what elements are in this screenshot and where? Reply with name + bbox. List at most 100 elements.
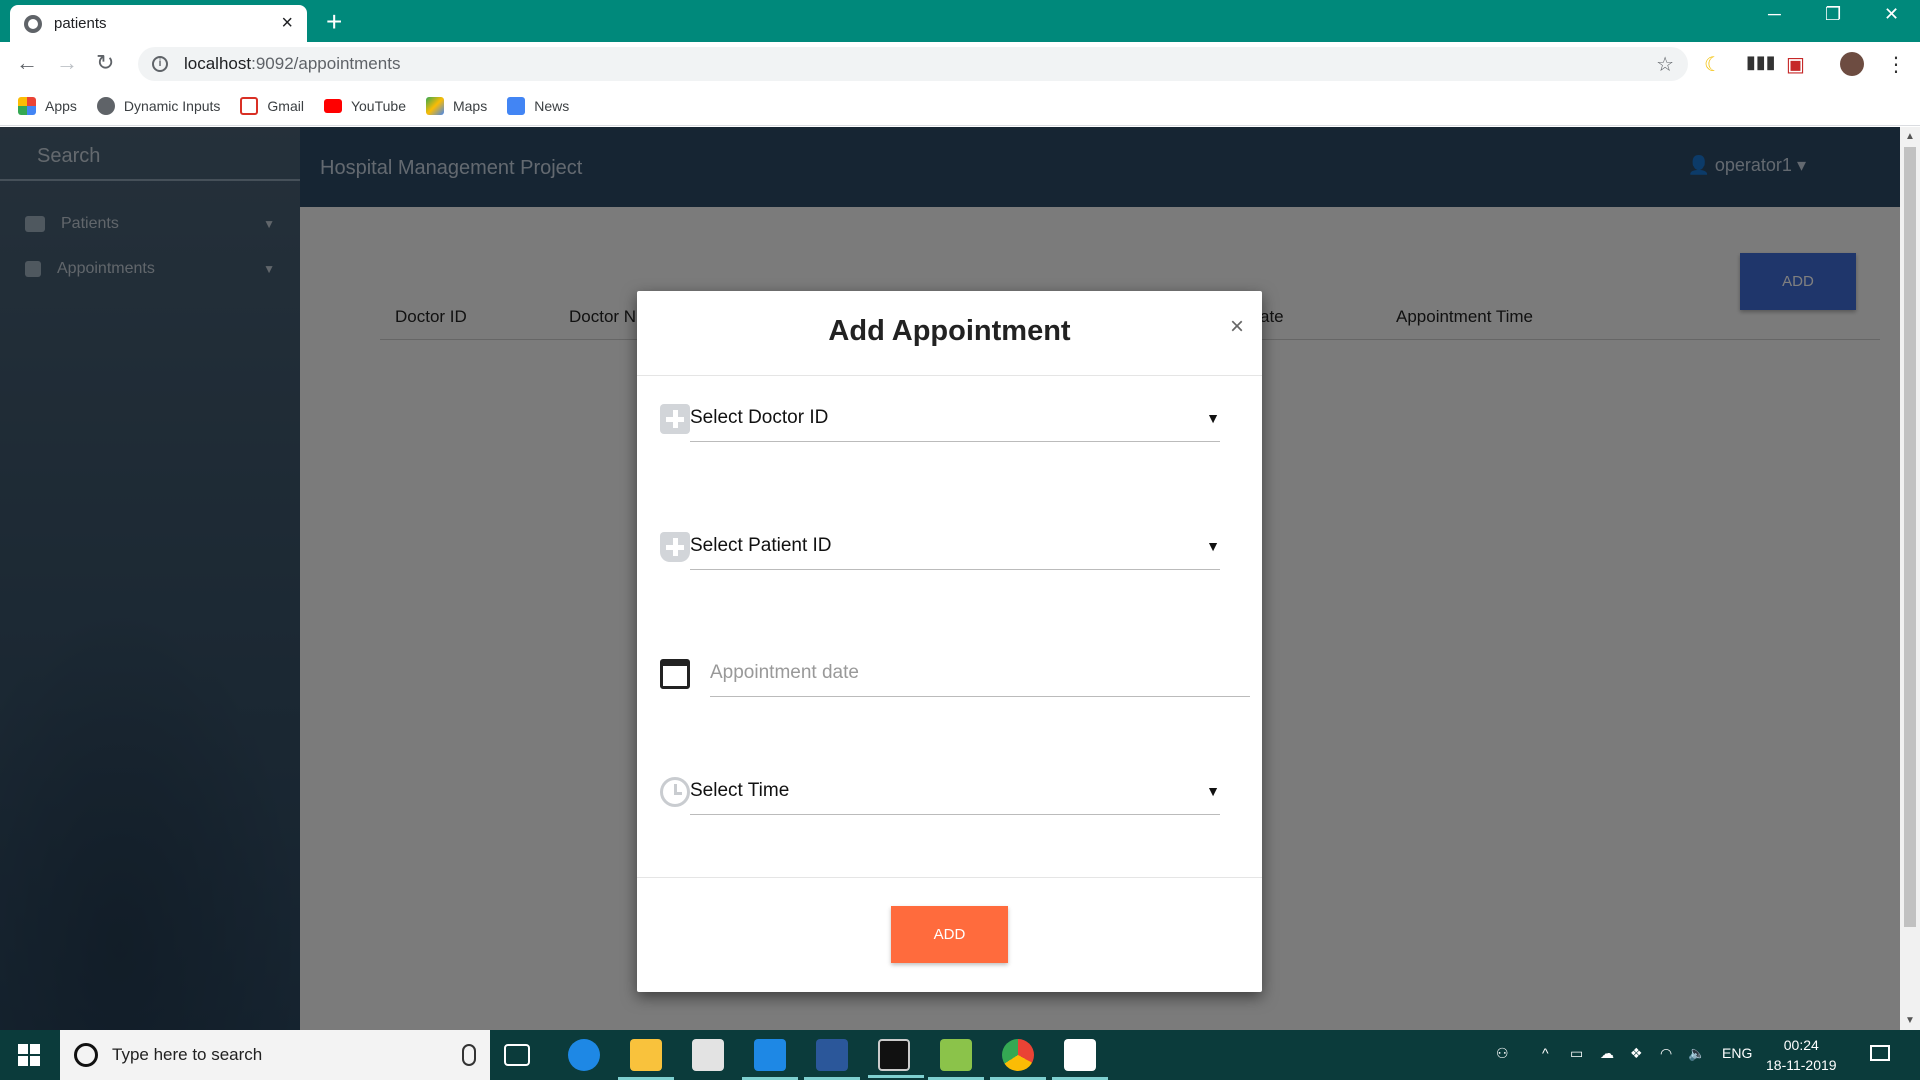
bookmark-label: Gmail xyxy=(267,97,304,114)
add-appointment-modal: Add Appointment × Select Doctor ID ▼ Sel… xyxy=(637,291,1262,992)
doctor-id-select[interactable]: Select Doctor ID ▼ xyxy=(690,394,1220,442)
minimize-button[interactable]: ─ xyxy=(1768,4,1781,25)
restore-button[interactable]: ❐ xyxy=(1825,4,1841,25)
doctor-id-field: Select Doctor ID ▼ xyxy=(660,394,1220,442)
bookmark-youtube[interactable]: YouTube xyxy=(323,97,406,114)
time-field: Select Time ▼ xyxy=(660,767,1220,815)
moon-extension-icon[interactable]: ☾ xyxy=(1704,52,1722,77)
terminal-icon[interactable] xyxy=(868,1039,924,1078)
bookmark-label: Maps xyxy=(452,97,488,114)
patient-id-select[interactable]: Select Patient ID ▼ xyxy=(690,522,1220,570)
battery-icon[interactable]: ▭ xyxy=(1570,1045,1583,1062)
task-view-icon[interactable] xyxy=(504,1044,530,1066)
modal-title: Add Appointment xyxy=(828,315,1071,347)
ambulance-icon xyxy=(660,532,690,562)
action-center-icon[interactable] xyxy=(1870,1045,1890,1061)
page-content: Search Patients ▼ Appointments ▼ Hospita… xyxy=(0,127,1900,1030)
cortana-icon xyxy=(74,1043,98,1067)
doctor-id-select-label: Select Doctor ID xyxy=(690,406,829,428)
appointment-date-input[interactable]: Appointment date xyxy=(710,649,1250,697)
bookmark-dynamic-inputs[interactable]: Dynamic Inputs xyxy=(96,96,221,115)
tab-title: patients xyxy=(54,15,107,32)
windows-taskbar: Type here to search ⚇ ^ ▭ ☁ ❖ ◠ 🔈 ENG 00… xyxy=(0,1030,1920,1080)
submit-add-button[interactable]: ADD xyxy=(891,906,1008,963)
bookmark-label: Apps xyxy=(45,97,77,114)
browser-titlebar: patients × + ─ ❐ ✕ xyxy=(0,0,1920,42)
browser-toolbar: ← → ↻ i localhost :9092/appointments ☆ xyxy=(0,42,1920,86)
bookmark-label: News xyxy=(534,97,570,114)
photos-icon[interactable] xyxy=(1052,1039,1108,1080)
people-icon[interactable]: ⚇ xyxy=(1496,1045,1509,1062)
bookmark-star-icon[interactable]: ☆ xyxy=(1656,52,1674,77)
dropbox-icon[interactable]: ❖ xyxy=(1630,1045,1643,1062)
bookmarks-bar: Apps Dynamic Inputs Gmail YouTube Maps N… xyxy=(0,86,1920,126)
taskbar-search-placeholder: Type here to search xyxy=(112,1045,263,1064)
taskbar-search[interactable]: Type here to search xyxy=(60,1030,490,1080)
url-host: localhost xyxy=(184,54,252,73)
page-scrollbar[interactable]: ▲ ▼ xyxy=(1900,127,1920,1030)
site-info-icon[interactable]: i xyxy=(152,56,168,72)
browser-tab[interactable]: patients × xyxy=(10,5,307,42)
tab-close-button[interactable]: × xyxy=(281,12,293,35)
patient-id-field: Select Patient ID ▼ xyxy=(660,522,1220,570)
clock-time: 00:24 xyxy=(1783,1037,1819,1053)
appointment-date-placeholder: Appointment date xyxy=(710,661,859,683)
language-indicator[interactable]: ENG xyxy=(1722,1045,1752,1061)
globe-icon xyxy=(24,14,42,33)
youtube-icon xyxy=(323,98,342,113)
profile-avatar[interactable] xyxy=(1840,52,1864,76)
bookmark-apps[interactable]: Apps xyxy=(18,96,77,115)
news-icon xyxy=(507,96,526,115)
app-green-icon[interactable] xyxy=(928,1039,984,1080)
edge-icon[interactable] xyxy=(568,1039,600,1071)
modal-header: Add Appointment × xyxy=(637,291,1262,376)
wifi-icon[interactable]: ◠ xyxy=(1660,1045,1672,1062)
doctor-plus-icon xyxy=(660,404,690,434)
new-tab-button[interactable]: + xyxy=(326,6,342,38)
onedrive-icon[interactable]: ☁ xyxy=(1600,1045,1614,1062)
forward-arrow-icon[interactable]: → xyxy=(56,50,78,76)
volume-icon[interactable]: 🔈 xyxy=(1688,1045,1705,1062)
dropdown-arrow-icon: ▼ xyxy=(1206,782,1220,799)
window-close-button[interactable]: ✕ xyxy=(1884,4,1899,25)
pocket-extension-icon[interactable]: ▣ xyxy=(1786,52,1805,77)
clock-icon xyxy=(660,777,690,807)
scroll-up-arrow-icon[interactable]: ▲ xyxy=(1905,131,1915,142)
dropdown-arrow-icon: ▼ xyxy=(1206,537,1220,554)
scroll-thumb[interactable] xyxy=(1904,147,1916,927)
dropdown-arrow-icon: ▼ xyxy=(1206,409,1220,426)
url-path: :9092/appointments xyxy=(251,54,401,73)
back-arrow-icon[interactable]: ← xyxy=(16,50,38,76)
reload-icon[interactable]: ↻ xyxy=(96,50,114,76)
audio-extension-icon[interactable]: ▮▮▮ xyxy=(1746,52,1776,73)
taskbar-clock[interactable]: 00:24 18-11-2019 xyxy=(1766,1035,1837,1075)
microphone-icon[interactable] xyxy=(462,1044,476,1066)
file-explorer-icon[interactable] xyxy=(618,1039,674,1080)
bookmark-gmail[interactable]: Gmail xyxy=(240,96,304,115)
word-icon[interactable] xyxy=(804,1039,860,1080)
bookmark-label: Dynamic Inputs xyxy=(123,97,221,114)
clock-date: 18-11-2019 xyxy=(1766,1057,1837,1073)
patient-id-select-label: Select Patient ID xyxy=(690,534,832,556)
time-select[interactable]: Select Time ▼ xyxy=(690,767,1220,815)
bookmark-label: YouTube xyxy=(350,97,406,114)
show-hidden-icons-chevron-icon[interactable]: ^ xyxy=(1542,1045,1549,1061)
windows-start-icon[interactable] xyxy=(18,1044,40,1066)
bookmark-maps[interactable]: Maps xyxy=(425,96,488,115)
modal-footer: ADD xyxy=(637,877,1262,992)
apps-grid-icon xyxy=(18,96,36,115)
bookmark-news[interactable]: News xyxy=(507,96,570,115)
vscode-icon[interactable] xyxy=(742,1039,798,1080)
time-select-label: Select Time xyxy=(690,779,790,801)
chrome-icon[interactable] xyxy=(990,1039,1046,1080)
gmail-icon xyxy=(240,96,259,115)
globe-icon xyxy=(96,96,115,115)
address-bar[interactable]: i localhost :9092/appointments ☆ xyxy=(138,47,1688,81)
maps-icon xyxy=(425,96,444,115)
calendar-icon xyxy=(660,659,690,689)
store-icon[interactable] xyxy=(692,1039,724,1071)
modal-close-button[interactable]: × xyxy=(1230,313,1244,341)
scroll-down-arrow-icon[interactable]: ▼ xyxy=(1905,1015,1915,1026)
menu-dots-icon[interactable]: ⋮ xyxy=(1886,52,1906,77)
appointment-date-field: Appointment date xyxy=(660,649,1250,697)
